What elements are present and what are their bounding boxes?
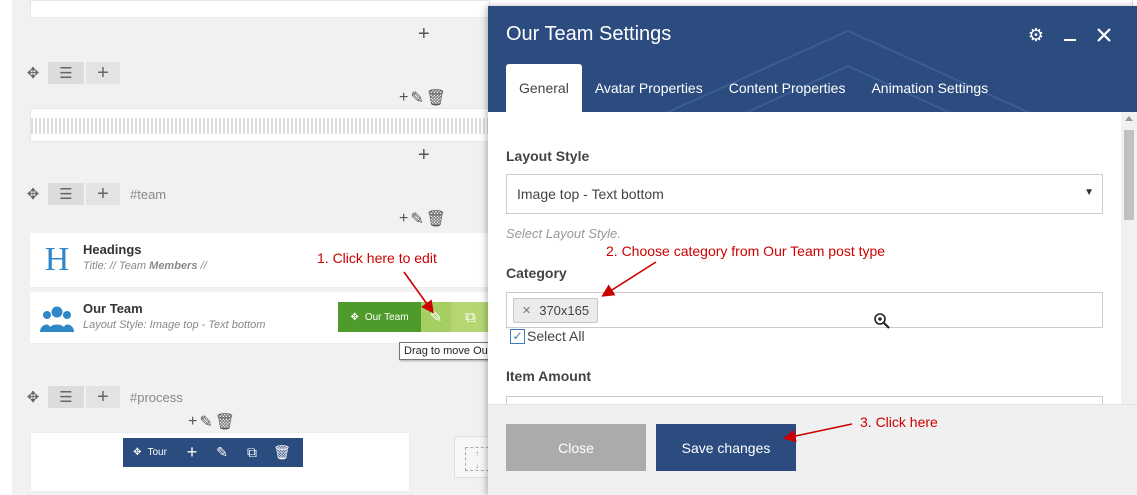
element-title: Our Team	[83, 301, 143, 316]
tour-element-toolbar: ✥ Tour + ✎ ⧉ 🗑	[123, 438, 303, 467]
move-icon: ✥	[350, 311, 359, 323]
caret-down-icon: ▼	[1084, 187, 1094, 198]
drag-handle[interactable]: ✥ Our Team	[338, 302, 421, 332]
trash-icon[interactable]: 🗑	[426, 88, 446, 108]
category-tag-label: 370x165	[539, 303, 590, 318]
select-all-label: Select All	[527, 328, 585, 344]
column-tools: + ✎ 🗑	[399, 88, 446, 108]
item-amount-label: Item Amount	[506, 368, 592, 384]
tab-content-properties[interactable]: Content Properties	[716, 64, 859, 112]
team-users-icon	[40, 302, 74, 336]
category-tag: ✕ 370x165	[513, 298, 599, 323]
add-element-icon[interactable]: +	[418, 24, 430, 44]
column-tools: + ✎ 🗑	[188, 412, 235, 432]
add-icon[interactable]: +	[177, 438, 207, 467]
move-icon[interactable]: ✥	[18, 386, 48, 408]
remove-tag-icon[interactable]: ✕	[522, 304, 531, 317]
column-tools: + ✎ 🗑	[399, 209, 446, 229]
annotation-step-3: 3. Click here	[860, 414, 938, 430]
modal-title: Our Team Settings	[506, 23, 672, 45]
move-icon[interactable]: ✥	[18, 62, 48, 84]
gear-icon[interactable]: ⚙	[1025, 24, 1047, 46]
duplicate-button[interactable]: ⧉	[451, 302, 490, 332]
annotation-step-2: 2. Choose category from Our Team post ty…	[606, 243, 886, 259]
side-column-box: ↑ ↓	[454, 436, 490, 478]
add-element-icon[interactable]: +	[418, 145, 430, 165]
pencil-icon[interactable]: ✎	[410, 209, 423, 229]
annotation-step-1: 1. Click here to edit	[317, 250, 437, 266]
header-icons: ⚙	[1025, 24, 1115, 46]
add-column-icon[interactable]: +	[86, 62, 120, 84]
row-tag: #process	[130, 389, 183, 405]
row-3-controls: ✥ ☰ + #process	[18, 386, 183, 408]
zoom-cursor-icon	[873, 312, 891, 334]
item-amount-input[interactable]	[506, 396, 1103, 404]
modal-header: Our Team Settings ⚙ General Avatar Prope…	[488, 6, 1137, 112]
row-2-controls: ✥ ☰ + #team	[18, 183, 166, 205]
tab-animation-settings[interactable]: Animation Settings	[858, 64, 1001, 112]
pencil-icon[interactable]: ✎	[410, 88, 423, 108]
empty-column-placeholder	[31, 118, 489, 134]
layout-style-label: Layout Style	[506, 148, 590, 164]
save-changes-button[interactable]: Save changes	[656, 424, 796, 471]
pencil-icon[interactable]: ✎	[207, 438, 237, 467]
add-column-icon[interactable]: +	[86, 183, 120, 205]
element-subtitle: Title: // Team Members //	[83, 260, 207, 272]
add-column-icon[interactable]: +	[86, 386, 120, 408]
scroll-up-icon[interactable]	[1125, 116, 1133, 121]
top-row-content	[30, 0, 490, 18]
element-toolbar: ✥ Our Team ✎ ⧉	[338, 302, 490, 332]
minimize-icon[interactable]	[1059, 24, 1081, 46]
row-1-controls: ✥ ☰ +	[18, 62, 130, 84]
trash-icon[interactable]: 🗑	[215, 412, 235, 432]
row-1-column	[30, 108, 490, 142]
trash-icon[interactable]: 🗑	[267, 438, 297, 467]
move-icon: ✥	[133, 447, 142, 458]
select-all-checkbox[interactable]: ✓	[510, 328, 525, 344]
tab-general[interactable]: General	[506, 64, 582, 112]
heading-h-icon: H	[44, 241, 70, 278]
element-title: Headings	[83, 242, 142, 257]
close-icon[interactable]	[1093, 24, 1115, 46]
close-button[interactable]: Close	[506, 424, 646, 471]
sort-arrows-icon: ↑ ↓	[465, 447, 489, 471]
layout-style-value: Image top - Text bottom	[517, 186, 664, 202]
pencil-icon[interactable]: ✎	[199, 412, 212, 432]
add-icon[interactable]: +	[399, 210, 408, 228]
add-icon[interactable]: +	[399, 89, 408, 107]
drag-handle[interactable]: ✥ Tour	[123, 438, 177, 467]
columns-icon[interactable]: ☰	[48, 386, 84, 408]
layout-style-help: Select Layout Style.	[506, 226, 621, 241]
tour-label: Tour	[147, 447, 167, 458]
category-multiselect[interactable]: ✕ 370x165	[506, 292, 1103, 328]
duplicate-icon[interactable]: ⧉	[237, 438, 267, 467]
columns-icon[interactable]: ☰	[48, 62, 84, 84]
trash-icon[interactable]: 🗑	[426, 209, 446, 229]
layout-style-select[interactable]: Image top - Text bottom ▼	[506, 174, 1103, 214]
modal-scrollbar[interactable]	[1121, 112, 1137, 404]
settings-tabs: General Avatar Properties Content Proper…	[506, 64, 1001, 112]
modal-footer: Close Save changes	[488, 404, 1137, 495]
select-all-row: ✓ Select All	[510, 328, 585, 344]
add-icon[interactable]: +	[188, 413, 197, 431]
category-label: Category	[506, 265, 567, 281]
columns-icon[interactable]: ☰	[48, 183, 84, 205]
element-toolbar-label: Our Team	[364, 311, 409, 323]
row-tag: #team	[130, 186, 167, 202]
scrollbar-thumb[interactable]	[1124, 130, 1134, 220]
element-subtitle: Layout Style: Image top - Text bottom	[83, 319, 266, 331]
tab-avatar-properties[interactable]: Avatar Properties	[582, 64, 716, 112]
edit-pencil-button[interactable]: ✎	[421, 302, 451, 332]
move-icon[interactable]: ✥	[18, 183, 48, 205]
